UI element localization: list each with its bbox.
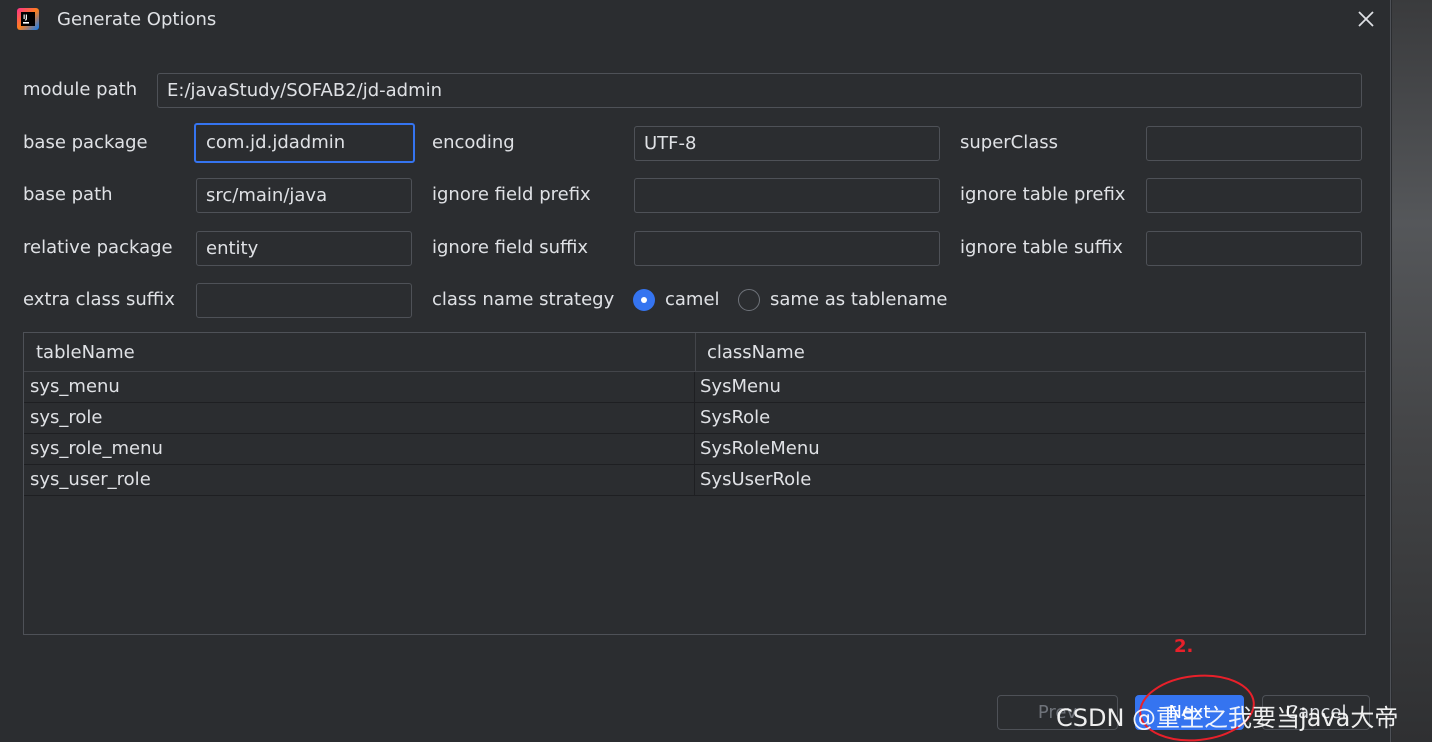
- cell-classname[interactable]: SysRole: [700, 403, 770, 433]
- ignore-table-prefix-label: ignore table prefix: [960, 184, 1126, 205]
- encoding-field[interactable]: UTF-8: [634, 126, 940, 161]
- column-header-classname[interactable]: className: [707, 333, 805, 372]
- cell-divider: [694, 403, 695, 434]
- base-package-label: base package: [23, 132, 148, 153]
- table-row[interactable]: sys_role_menu SysRoleMenu: [24, 434, 1365, 465]
- module-path-field[interactable]: E:/javaStudy/SOFAB2/jd-admin: [157, 73, 1362, 108]
- cell-tablename[interactable]: sys_user_role: [30, 465, 151, 495]
- base-path-field[interactable]: src/main/java: [196, 178, 412, 213]
- extra-class-suffix-field[interactable]: [196, 283, 412, 318]
- column-header-tablename[interactable]: tableName: [36, 333, 135, 372]
- cell-tablename[interactable]: sys_menu: [30, 372, 120, 402]
- table-row[interactable]: sys_user_role SysUserRole: [24, 465, 1365, 496]
- table-row[interactable]: sys_menu SysMenu: [24, 372, 1365, 403]
- superclass-label: superClass: [960, 132, 1059, 153]
- cell-classname[interactable]: SysMenu: [700, 372, 781, 402]
- module-path-label: module path: [23, 79, 138, 100]
- background-window-strip: [1392, 0, 1432, 742]
- ignore-table-suffix-label: ignore table suffix: [960, 237, 1123, 258]
- ignore-field-suffix-field[interactable]: [634, 231, 940, 266]
- intellij-logo-icon: IJ: [17, 8, 39, 30]
- cell-tablename[interactable]: sys_role: [30, 403, 103, 433]
- dialog-title: Generate Options: [57, 9, 217, 30]
- table-header: tableName className: [24, 333, 1365, 372]
- column-divider[interactable]: [695, 333, 696, 372]
- camel-radio[interactable]: [633, 289, 655, 311]
- same-as-tablename-radio[interactable]: [738, 289, 760, 311]
- superclass-field[interactable]: [1146, 126, 1362, 161]
- ignore-table-prefix-field[interactable]: [1146, 178, 1362, 213]
- cell-divider: [694, 465, 695, 496]
- annotation-step-number: 2.: [1174, 636, 1194, 657]
- svg-text:IJ: IJ: [23, 14, 27, 21]
- class-name-strategy-label: class name strategy: [432, 289, 615, 310]
- cell-classname[interactable]: SysUserRole: [700, 465, 811, 495]
- camel-radio-label[interactable]: camel: [665, 289, 720, 310]
- close-icon[interactable]: [1352, 6, 1380, 32]
- generate-options-dialog: IJ Generate Options module path E:/javaS…: [0, 0, 1391, 742]
- ignore-field-prefix-field[interactable]: [634, 178, 940, 213]
- cell-classname[interactable]: SysRoleMenu: [700, 434, 820, 464]
- extra-class-suffix-label: extra class suffix: [23, 289, 175, 310]
- same-as-tablename-radio-label[interactable]: same as tablename: [770, 289, 948, 310]
- ignore-table-suffix-field[interactable]: [1146, 231, 1362, 266]
- cell-tablename[interactable]: sys_role_menu: [30, 434, 163, 464]
- table-mapping: tableName className sys_menu SysMenu sys…: [23, 332, 1366, 635]
- cell-divider: [694, 434, 695, 465]
- encoding-label: encoding: [432, 132, 515, 153]
- title-bar: IJ Generate Options: [0, 0, 1391, 40]
- watermark-text: CSDN @重生之我要当java大帝: [1056, 704, 1399, 732]
- cell-divider: [694, 372, 695, 403]
- relative-package-field[interactable]: entity: [196, 231, 412, 266]
- base-package-field[interactable]: com.jd.jdadmin: [194, 123, 415, 163]
- table-row[interactable]: sys_role SysRole: [24, 403, 1365, 434]
- relative-package-label: relative package: [23, 237, 173, 258]
- ignore-field-prefix-label: ignore field prefix: [432, 184, 591, 205]
- ignore-field-suffix-label: ignore field suffix: [432, 237, 589, 258]
- base-path-label: base path: [23, 184, 113, 205]
